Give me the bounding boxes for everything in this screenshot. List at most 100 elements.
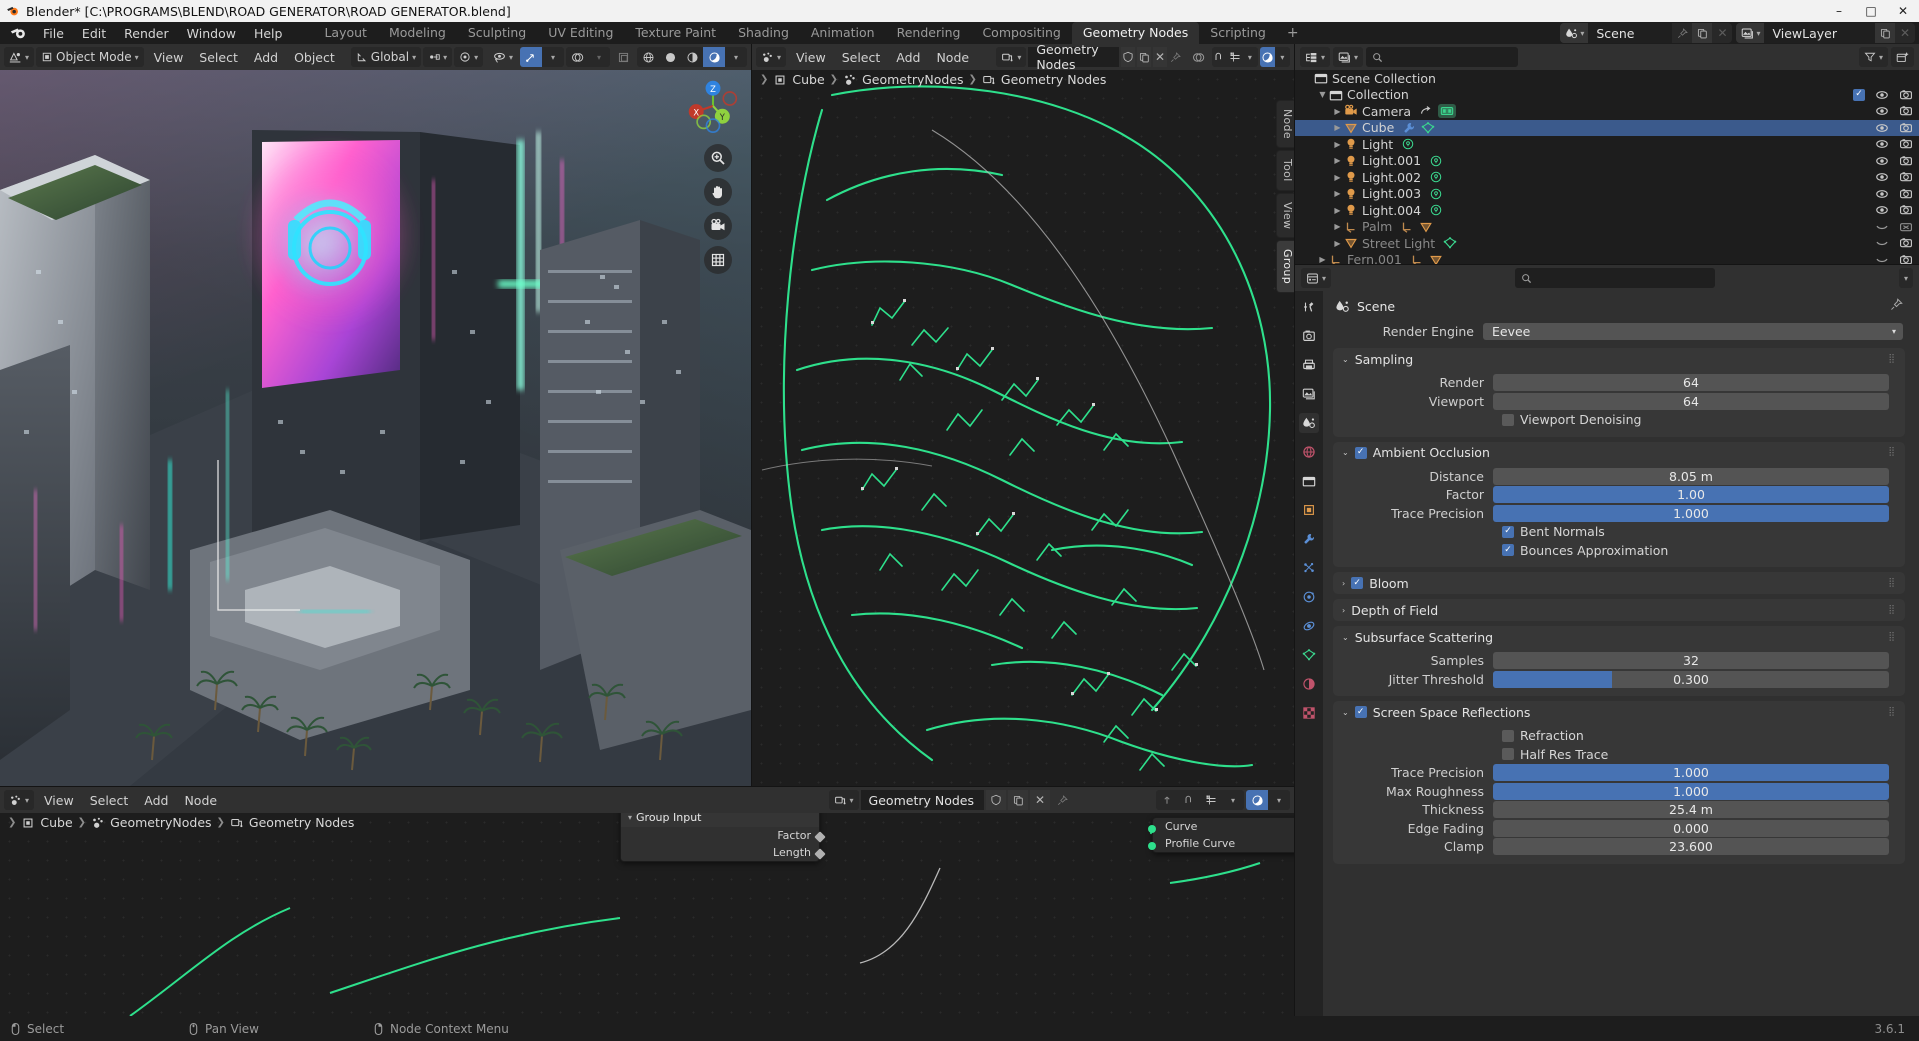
disclosure-triangle[interactable]: ▶ [1331, 156, 1344, 165]
ambient-occlusion-panel-header[interactable]: ⌄ ✓ Ambient Occlusion ⣿ [1333, 442, 1905, 464]
navigation-gizmo[interactable]: Z X Y [685, 78, 741, 134]
panel-disclosure-icon[interactable]: ⌄ [1342, 355, 1349, 364]
show-overlays-toggle[interactable] [566, 47, 588, 67]
outliner-row-collection[interactable]: ▼ Collection ✓ [1295, 87, 1919, 104]
outliner-filter-button[interactable]: ▾ [1858, 47, 1888, 67]
workspace-tab-geometry-nodes[interactable]: Geometry Nodes [1071, 22, 1200, 44]
node-sidebar-tab-group[interactable]: Group [1276, 239, 1294, 293]
profile-curve-socket-row[interactable]: Profile Curve [1148, 835, 1294, 852]
hand-icon[interactable] [704, 178, 732, 206]
screen-space-reflections-field-trace-precision[interactable]: 1.000 [1493, 764, 1889, 781]
separator-top-bottom[interactable] [0, 786, 1294, 787]
disclosure-triangle[interactable]: ▼ [1316, 90, 1329, 99]
checkbox-box[interactable] [1502, 748, 1514, 760]
node-menu-node[interactable]: Node [928, 48, 977, 67]
properties-tab-object[interactable] [1299, 500, 1319, 520]
grid-icon[interactable] [704, 246, 732, 274]
screen-space-reflections-field-max-roughness[interactable]: 1.000 [1493, 782, 1889, 800]
properties-editor-type-selector[interactable]: ▾ [1301, 268, 1332, 288]
snapping-toggle[interactable]: ▾ [423, 47, 453, 67]
outliner-row-light-004[interactable]: ▶ Light.004 [1295, 202, 1919, 219]
outliner-row-palm[interactable]: ▶ Palm [1295, 219, 1919, 236]
node-tree-name[interactable]: Geometry Nodes [1028, 42, 1120, 72]
separator-left-right[interactable] [1294, 44, 1295, 1016]
outliner-row-street-light[interactable]: ▶ Street Light [1295, 235, 1919, 252]
gizmo-dropdown[interactable]: ▾ [542, 47, 564, 67]
ambient-occlusion-field-trace-precision[interactable]: 1.000 [1493, 504, 1889, 522]
bottom-fake-user-icon[interactable] [986, 790, 1006, 810]
workspace-tab-rendering[interactable]: Rendering [886, 22, 972, 44]
pin-properties-icon[interactable] [1890, 298, 1903, 314]
sampling-panel-header[interactable]: ⌄ Sampling ⣿ [1333, 348, 1905, 370]
subsurface-scattering-field-jitter-threshold[interactable]: 0.300 [1493, 670, 1889, 688]
bottom-unlink-icon[interactable]: ✕ [1030, 790, 1050, 810]
screen-space-reflections-panel-header[interactable]: ⌄ ✓ Screen Space Reflections ⣿ [1333, 701, 1905, 723]
workspace-tab-uv-editing[interactable]: UV Editing [537, 22, 624, 44]
bottom-reset-view-icon[interactable] [1156, 790, 1178, 810]
disclosure-triangle[interactable]: ▶ [1316, 255, 1329, 264]
delete-scene-icon[interactable]: ✕ [1712, 23, 1733, 43]
bottom-material-preview-toggle[interactable] [1246, 790, 1268, 810]
outliner-tree[interactable]: Scene Collection ▼ Collection ✓ ▶ Camera ▶ Cube… [1295, 70, 1919, 264]
bottom-pin-icon[interactable] [1052, 790, 1072, 810]
checkbox-box[interactable] [1502, 413, 1514, 426]
curve-socket-row[interactable]: Curve [1148, 818, 1294, 835]
render-engine-dropdown[interactable]: Eevee ▾ [1483, 323, 1903, 340]
rendered-shading-button[interactable] [703, 47, 725, 67]
bottom-node-menu-select[interactable]: Select [82, 791, 137, 810]
socket-dot-curve[interactable] [1148, 825, 1156, 833]
new-node-tree-icon[interactable] [1137, 47, 1152, 67]
viewlayer-name[interactable]: ViewLayer [1764, 23, 1875, 43]
screen-space-reflections-checkbox-refraction[interactable]: Refraction [1333, 727, 1905, 744]
ambient-occlusion-checkbox-bent-normals[interactable]: ✓ Bent Normals [1333, 523, 1905, 540]
screen-space-reflections-field-clamp[interactable]: 23.600 [1493, 838, 1889, 855]
bottom-snap-dropdown[interactable]: ▾ [1222, 790, 1244, 810]
ambient-occlusion-checkbox-bounces-approximation[interactable]: ✓ Bounces Approximation [1333, 542, 1905, 559]
node-editor-canvas[interactable]: ❯ Cube ❯ GeometryNodes ❯ Geometry Nodes … [752, 70, 1294, 786]
node-tree-type-icon[interactable]: ▾ [996, 47, 1027, 67]
disclosure-triangle[interactable]: ▶ [1331, 222, 1344, 231]
node-material-preview-toggle[interactable] [1259, 47, 1275, 67]
pin-node-tree-icon[interactable] [1169, 47, 1183, 67]
checkbox-box[interactable]: ✓ [1502, 525, 1514, 538]
wireframe-shading-button[interactable] [637, 47, 659, 67]
properties-tab-collection[interactable] [1299, 471, 1319, 491]
shading-dropdown[interactable]: ▾ [725, 47, 747, 67]
outliner-checkbox[interactable]: ✓ [1853, 88, 1865, 101]
properties-tab-output[interactable] [1299, 355, 1319, 375]
outliner-row-camera[interactable]: ▶ Camera [1295, 103, 1919, 120]
outliner-search-input[interactable] [1366, 47, 1519, 67]
properties-body[interactable]: Scene Render Engine Eevee ▾ ⌄ Sampling ⣿ Re… [1323, 291, 1919, 1016]
properties-tab-data[interactable] [1299, 645, 1319, 665]
panel-disclosure-icon[interactable]: ⌄ [1342, 708, 1349, 717]
disclosure-triangle[interactable]: ▶ [1331, 206, 1344, 215]
scene-icon[interactable]: ▾ [1560, 23, 1589, 43]
workspace-tab-scripting[interactable]: Scripting [1199, 22, 1277, 44]
bottom-breadcrumb-object[interactable]: Cube [40, 815, 72, 830]
bottom-new-node-tree-icon[interactable] [1008, 790, 1028, 810]
bottom-snap-mode-icon[interactable] [1200, 790, 1222, 810]
breadcrumb-modifier[interactable]: GeometryNodes [862, 72, 963, 87]
bottom-node-menu-add[interactable]: Add [136, 791, 176, 810]
outliner-row-light[interactable]: ▶ Light [1295, 136, 1919, 153]
add-workspace-button[interactable]: + [1277, 23, 1309, 43]
properties-tab-viewlayer[interactable] [1299, 384, 1319, 404]
close-button[interactable]: ✕ [1887, 0, 1919, 22]
menu-edit[interactable]: Edit [73, 24, 115, 43]
delete-viewlayer-icon[interactable]: ✕ [1895, 23, 1915, 43]
checkbox-box[interactable] [1502, 729, 1514, 742]
unlink-node-tree-icon[interactable]: ✕ [1153, 47, 1167, 67]
workspace-tab-modeling[interactable]: Modeling [378, 22, 457, 44]
node-snap-toggle[interactable] [1212, 47, 1227, 67]
outliner-new-collection-button[interactable] [1891, 47, 1914, 67]
editor-type-selector[interactable]: ▾ [4, 47, 35, 67]
viewport-menu-object[interactable]: Object [286, 48, 343, 67]
fake-user-icon[interactable] [1121, 47, 1136, 67]
properties-tab-constraint[interactable] [1299, 616, 1319, 636]
bottom-node-menu-view[interactable]: View [36, 791, 82, 810]
scene-name[interactable]: Scene [1588, 23, 1673, 43]
node-sidebar-tab-node[interactable]: Node [1276, 100, 1294, 148]
outliner-editor-type-selector[interactable]: ▾ [1300, 47, 1331, 67]
bloom-enable-checkbox[interactable]: ✓ [1351, 577, 1364, 589]
viewport-3d-canvas[interactable]: Z X Y [0, 70, 751, 786]
